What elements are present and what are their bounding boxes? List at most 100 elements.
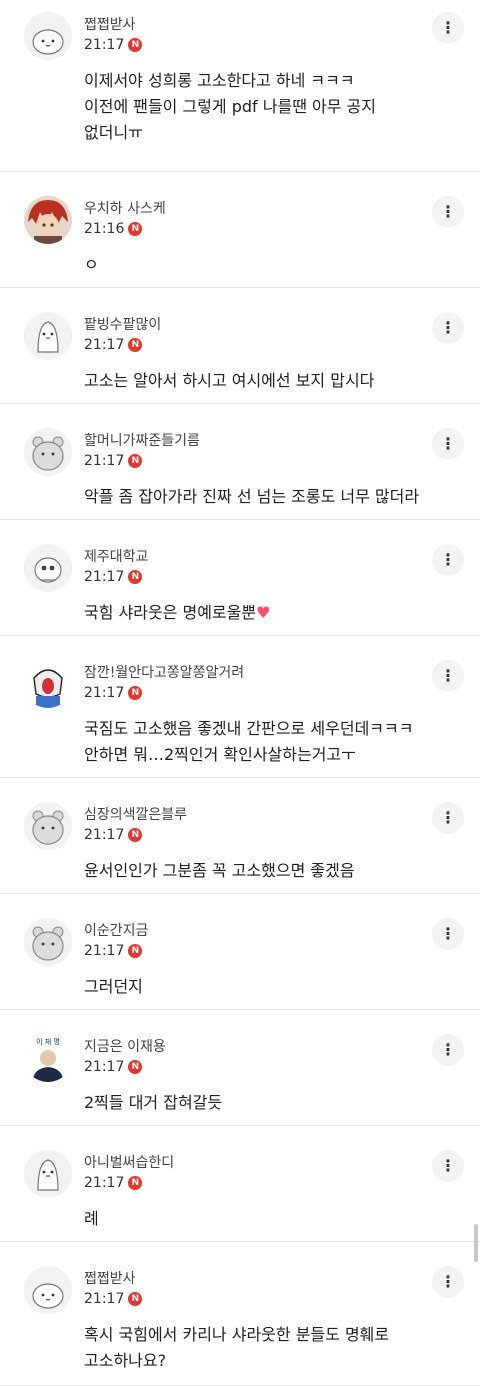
comment-username[interactable]: 팥빙수팥많이 (84, 314, 161, 334)
comment-text-content: ㅇ (84, 255, 99, 274)
comment-meta: 21:17 N (84, 1175, 143, 1191)
comment-username[interactable]: 아니벌써습한디 (84, 1152, 174, 1172)
comment-username[interactable]: 할머니가짜준들기름 (84, 430, 200, 450)
more-options-button[interactable]: ⋮ (432, 544, 464, 576)
comment-username[interactable]: 이순간지금 (84, 920, 148, 940)
more-vertical-icon: ⋮ (440, 1156, 456, 1175)
cute-bunny-avatar-icon[interactable] (24, 1266, 72, 1314)
comment-item: 아니벌써습한디 21:17 N 례 ⋮ (0, 1126, 480, 1242)
comment-text: 윤서인인가 그분좀 꼭 고소했으면 좋겠음 (84, 858, 440, 884)
comment-item: 심장의색깔은블루 21:17 N 윤서인인가 그분좀 꼭 고소했으면 좋겠음 ⋮ (0, 778, 480, 894)
comment-time: 21:17 (84, 37, 125, 53)
comment-time: 21:17 (84, 1175, 125, 1191)
comment-time: 21:17 (84, 453, 125, 469)
comment-text: 국힘 샤라웃은 명예로울뿐♥ (84, 600, 440, 626)
comment-text: 혹시 국힘에서 카리나 샤라웃한 분들도 명훼로 고소하나요? (84, 1322, 440, 1374)
bear-avatar-icon[interactable] (24, 802, 72, 850)
new-badge-icon: N (128, 828, 143, 842)
more-options-button[interactable]: ⋮ (432, 802, 464, 834)
more-options-button[interactable]: ⋮ (432, 312, 464, 344)
comment-username[interactable]: 지금은 이재용 (84, 1036, 166, 1056)
comment-text: 례 (84, 1206, 440, 1232)
comment-text: 고소는 알아서 하시고 여시에선 보지 맙시다 (84, 368, 440, 394)
comment-username[interactable]: 잠깐!월안다고쫑알쫑알거려 (84, 662, 244, 682)
penguin-avatar-icon[interactable] (24, 312, 72, 360)
comment-text-content: 윤서인인가 그분좀 꼭 고소했으면 좋겠음 (84, 861, 355, 880)
more-vertical-icon: ⋮ (440, 666, 456, 685)
new-badge-icon: N (128, 686, 143, 700)
comment-item: 팥빙수팥많이 21:17 N 고소는 알아서 하시고 여시에선 보지 맙시다 ⋮ (0, 288, 480, 404)
more-vertical-icon: ⋮ (440, 18, 456, 37)
more-options-button[interactable]: ⋮ (432, 1266, 464, 1298)
comment-text-content: 그러던지 (84, 977, 143, 996)
comment-item: 쩝쩝받사 21:17 N 혹시 국힘에서 카리나 샤라웃한 분들도 명훼로 고소하나요… (0, 1242, 480, 1386)
comment-text: 2찍들 대거 잡혀갈듯 (84, 1090, 440, 1116)
bee-avatar-icon[interactable] (24, 544, 72, 592)
new-badge-icon: N (128, 222, 143, 236)
comment-meta: 21:16 N (84, 221, 143, 237)
comment-item: 할머니가짜준들기름 21:17 N 악플 좀 잡아가라 진짜 선 넘는 조롱도 너무 … (0, 404, 480, 520)
red-hair-character-avatar-icon[interactable] (24, 196, 72, 244)
more-vertical-icon: ⋮ (440, 318, 456, 337)
more-vertical-icon: ⋮ (440, 202, 456, 221)
comment-meta: 21:17 N (84, 569, 143, 585)
new-badge-icon: N (128, 1176, 143, 1190)
comment-time: 21:17 (84, 569, 125, 585)
comment-username[interactable]: 심장의색깔은블루 (84, 804, 187, 824)
comment-item: 제주대학교 21:17 N 국힘 샤라웃은 명예로울뿐♥ ⋮ (0, 520, 480, 636)
person-photo-avatar-icon[interactable]: 이 재 명 (24, 1034, 72, 1082)
comment-item: 이순간지금 21:17 N 그러던지 ⋮ (0, 894, 480, 1010)
comment-text: ㅇ (84, 252, 440, 278)
new-badge-icon: N (128, 1292, 143, 1306)
comment-meta: 21:17 N (84, 1059, 143, 1075)
comment-time: 21:17 (84, 1291, 125, 1307)
comment-meta: 21:17 N (84, 1291, 143, 1307)
comment-meta: 21:17 N (84, 37, 143, 53)
comment-username[interactable]: 쩝쩝받사 (84, 1268, 136, 1288)
comment-item: 잠깐!월안다고쫑알쫑알거려 21:17 N 국짐도 고소했음 좋겠내 간판으로 세우던… (0, 636, 480, 778)
comment-meta: 21:17 N (84, 943, 143, 959)
comment-text: 그러던지 (84, 974, 440, 1000)
more-options-button[interactable]: ⋮ (432, 196, 464, 228)
comment-time: 21:17 (84, 337, 125, 353)
comment-text-content: 국힘 샤라웃은 명예로울뿐 (84, 603, 257, 622)
more-options-button[interactable]: ⋮ (432, 12, 464, 44)
new-badge-icon: N (128, 38, 143, 52)
more-options-button[interactable]: ⋮ (432, 1034, 464, 1066)
more-options-button[interactable]: ⋮ (432, 1150, 464, 1182)
screaming-cartoon-avatar-icon[interactable] (24, 660, 72, 708)
new-badge-icon: N (128, 570, 143, 584)
comment-text-content: 례 (84, 1209, 99, 1228)
comment-time: 21:17 (84, 685, 125, 701)
comment-meta: 21:17 N (84, 337, 143, 353)
comment-meta: 21:17 N (84, 827, 143, 843)
comment-meta: 21:17 N (84, 453, 143, 469)
avatar-caption: 이 재 명 (36, 1037, 60, 1046)
more-options-button[interactable]: ⋮ (432, 428, 464, 460)
new-badge-icon: N (128, 1060, 143, 1074)
comment-time: 21:17 (84, 827, 125, 843)
comment-username[interactable]: 우치하 사스케 (84, 198, 166, 218)
scrollbar[interactable] (474, 1224, 478, 1262)
comment-username[interactable]: 제주대학교 (84, 546, 148, 566)
penguin-avatar-icon[interactable] (24, 1150, 72, 1198)
comment-username[interactable]: 쩝쩝받사 (84, 14, 136, 34)
comment-item: 쩝쩝받사 21:17 N 이제서야 성희롱 고소한다고 하네 ㅋㅋㅋ 이전에 팬들이 … (0, 0, 480, 172)
comment-text: 국짐도 고소했음 좋겠내 간판으로 세우던데ㅋㅋㅋ 안하면 뭐…2찍인거 확인사… (84, 716, 440, 768)
more-options-button[interactable]: ⋮ (432, 660, 464, 692)
more-vertical-icon: ⋮ (440, 550, 456, 569)
comment-time: 21:16 (84, 221, 125, 237)
comment-text-content: 혹시 국힘에서 카리나 샤라웃한 분들도 명훼로 고소하나요? (84, 1325, 390, 1370)
bear-avatar-icon[interactable] (24, 918, 72, 966)
more-vertical-icon: ⋮ (440, 1040, 456, 1059)
more-options-button[interactable]: ⋮ (432, 918, 464, 950)
cute-bunny-avatar-icon[interactable] (24, 12, 72, 60)
comment-text: 악플 좀 잡아가라 진짜 선 넘는 조롱도 너무 많더라 (84, 484, 440, 510)
comment-item: 이 재 명 지금은 이재용 21:17 N 2찍들 대거 잡혀갈듯 ⋮ (0, 1010, 480, 1126)
comment-meta: 21:17 N (84, 685, 143, 701)
comment-time: 21:17 (84, 943, 125, 959)
bear-avatar-icon[interactable] (24, 428, 72, 476)
new-badge-icon: N (128, 454, 143, 468)
comment-item: 우치하 사스케 21:16 N ㅇ ⋮ (0, 172, 480, 288)
more-vertical-icon: ⋮ (440, 1272, 456, 1291)
